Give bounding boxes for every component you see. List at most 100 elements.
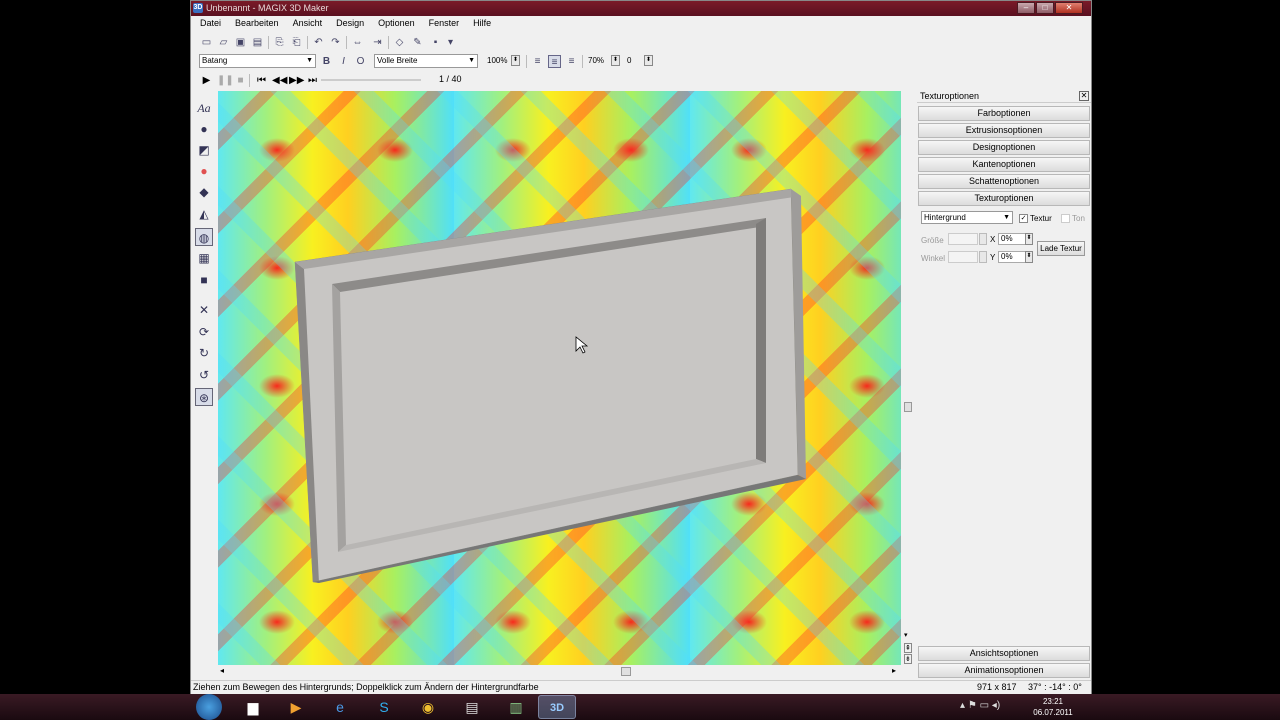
play-icon[interactable]: ▶ [200,74,213,87]
open-icon[interactable]: ▱ [217,36,230,49]
chrome-icon[interactable]: ◉ [409,695,447,719]
align-right-icon[interactable]: ≡ [565,55,578,68]
light-icon[interactable]: ◇ [393,36,406,49]
winkel-input[interactable] [948,251,978,263]
internet-explorer-icon[interactable]: e [321,695,359,719]
zoom-value[interactable]: 100% [487,54,507,68]
menu-optionen[interactable]: Optionen [373,16,420,30]
section-texturoptionen[interactable]: Texturoptionen [918,191,1090,206]
page-up-icon[interactable]: ⇞ [904,643,912,653]
object-tool-icon[interactable]: ■ [195,271,213,289]
rotate-y-icon[interactable]: ↻ [195,344,213,362]
dropdown-arrow-icon[interactable]: ▾ [444,36,457,49]
textur-checkbox[interactable]: ✓ [1019,214,1028,223]
section-kantenoptionen[interactable]: Kantenoptionen [918,157,1090,172]
notepad-icon[interactable]: ▤ [453,695,491,719]
close-button[interactable]: ✕ [1055,2,1083,14]
pause-icon[interactable]: ❚❚ [217,74,234,87]
prev-frame-icon[interactable]: ◀◀ [272,74,287,87]
menu-design[interactable]: Design [331,16,369,30]
ton-checkbox[interactable] [1061,214,1070,223]
rotate-x-icon[interactable]: ⟳ [195,323,213,341]
save-icon[interactable]: ▣ [234,36,247,49]
section-extrusionsoptionen[interactable]: Extrusionsoptionen [918,123,1090,138]
tray-flag-icon[interactable]: ⚑ [968,700,977,711]
next-frame-icon[interactable]: ▶▶ [289,74,304,87]
color-tool-icon[interactable]: ● [195,120,213,138]
import-icon[interactable]: ⎘ [273,36,286,49]
italic-icon[interactable]: I [337,55,350,68]
texture-target-select[interactable]: Hintergrund ▼ [921,211,1013,224]
extrude-tool-icon[interactable]: ◩ [195,141,213,159]
scroll-down-icon[interactable]: ▾ [904,631,908,639]
magic-wand-icon[interactable]: ✎ [411,36,424,49]
winkel-spinner[interactable] [979,251,987,263]
menu-datei[interactable]: Datei [195,16,226,30]
free-rotate-icon[interactable]: ⊛ [195,388,213,406]
taskbar-clock[interactable]: 23:21 06.07.2011 [1028,696,1078,718]
vertical-scrollbar[interactable]: ▾ ⇞ ⇟ [901,91,915,665]
menu-hilfe[interactable]: Hilfe [468,16,496,30]
scroll-right-icon[interactable]: ▸ [892,666,896,675]
minimize-button[interactable]: – [1017,2,1035,14]
x-spinner[interactable]: ⬍ [1025,233,1033,245]
media-player-icon[interactable]: ▶ [277,695,315,719]
distribute-icon[interactable]: ⇥ [371,36,384,49]
layer-tool-icon[interactable]: ▦ [195,249,213,267]
redo-icon[interactable]: ↷ [329,36,342,49]
stop-icon[interactable]: ■ [234,74,247,87]
maximize-button[interactable]: □ [1036,2,1054,14]
tray-volume-icon[interactable]: ◂) [992,700,1000,711]
move-tool-icon[interactable]: ✕ [195,301,213,319]
bold-icon[interactable]: B [320,55,333,68]
y-input[interactable]: 0% [998,251,1026,263]
render-icon[interactable]: ▪ [429,36,442,49]
zoom-spinner[interactable]: ⬍ [511,55,520,66]
vertical-scroll-thumb[interactable] [904,402,912,412]
width-select[interactable]: Volle Breite ▼ [374,54,478,68]
spacing-value[interactable]: 70% [588,54,604,68]
section-ansichtsoptionen[interactable]: Ansichtsoptionen [918,646,1090,661]
align-left-icon[interactable]: ≡ [531,55,544,68]
horizontal-scrollbar[interactable]: ◂ ▸ [218,665,901,679]
3d-frame-object[interactable] [218,91,901,665]
section-farboptionen[interactable]: Farboptionen [918,106,1090,121]
align-icon[interactable]: ⇔ [351,36,364,49]
first-frame-icon[interactable]: ⏮ [255,74,268,87]
film-icon[interactable]: ▥ [497,695,535,719]
undo-icon[interactable]: ↶ [312,36,325,49]
offset-value[interactable]: 0 [627,54,631,68]
menu-ansicht[interactable]: Ansicht [288,16,328,30]
groesse-spinner[interactable] [979,233,987,245]
spacing-spinner[interactable]: ⬍ [611,55,620,66]
start-button[interactable] [196,694,222,720]
timeline-slider[interactable] [321,79,421,81]
horizontal-scroll-thumb[interactable] [621,667,631,676]
save-as-icon[interactable]: ▤ [251,36,264,49]
last-frame-icon[interactable]: ⏭ [306,74,319,87]
title-bar[interactable]: 3D Unbenannt - MAGIX 3D Maker – □ ✕ [191,1,1091,16]
font-select[interactable]: Batang ▼ [199,54,316,68]
load-texture-button[interactable]: Lade Textur [1037,241,1085,256]
outline-icon[interactable]: O [354,55,367,68]
menu-fenster[interactable]: Fenster [424,16,465,30]
scroll-left-icon[interactable]: ◂ [220,666,224,675]
shape-tool-icon[interactable]: ◭ [195,205,213,223]
align-center-icon[interactable]: ≡ [548,55,561,68]
section-designoptionen[interactable]: Designoptionen [918,140,1090,155]
rotate-z-icon[interactable]: ↺ [195,366,213,384]
3d-canvas[interactable] [218,91,901,665]
tray-network-icon[interactable]: ▭ [980,700,989,711]
offset-spinner[interactable]: ⬍ [644,55,653,66]
new-icon[interactable]: ▭ [200,36,213,49]
close-icon[interactable]: ✕ [1079,91,1089,101]
bevel-tool-icon[interactable]: ◆ [195,183,213,201]
menu-bearbeiten[interactable]: Bearbeiten [230,16,284,30]
text-tool-icon[interactable]: Aa [195,99,213,117]
section-animationsoptionen[interactable]: Animationsoptionen [918,663,1090,678]
magix-3d-maker-icon[interactable]: 3D [538,695,576,719]
skype-icon[interactable]: S [365,695,403,719]
tray-chevron-icon[interactable]: ▴ [960,700,965,711]
x-input[interactable]: 0% [998,233,1026,245]
texture-tool-icon[interactable]: ◍ [195,228,213,246]
